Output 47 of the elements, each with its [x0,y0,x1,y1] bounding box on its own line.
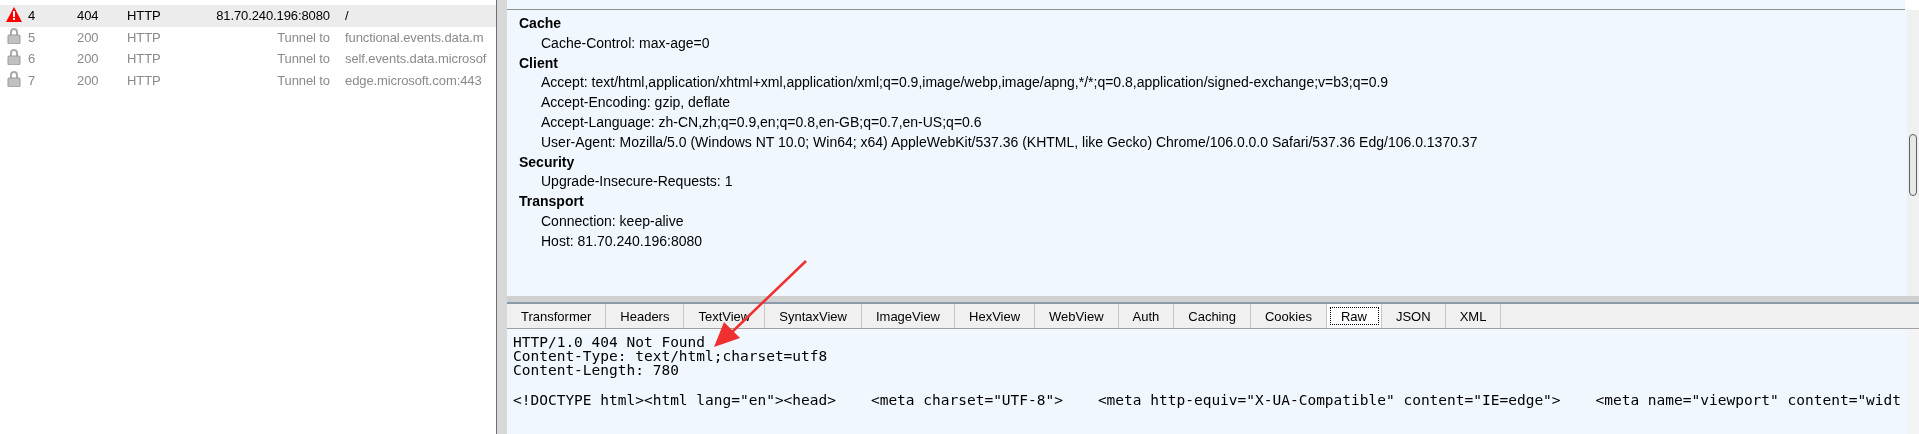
url: functional.events.data.m [345,29,485,45]
protocol: HTTP [127,29,162,45]
lock-icon [6,70,22,87]
protocol: HTTP [127,8,162,24]
header-entry[interactable]: User-Agent: Mozilla/5.0 (Windows NT 10.0; Win64; x64) AppleWebKit/537.36 (KHTML, like Gecko) Chrome/106.0.0.0 Safari/537.36 Edg/106.0.1370.37 [519,132,1907,153]
vertical-splitter[interactable] [497,0,507,434]
url: edge.microsoft.com:443 [345,72,483,88]
header-entry[interactable]: Cache-Control: max-age=0 [519,33,1907,54]
header-group-title[interactable]: Cache [519,14,1907,34]
result-code: 200 [77,29,100,45]
warning-icon [6,6,22,22]
url: / [345,8,350,24]
session-number: 4 [28,8,37,24]
result-code: 200 [77,72,100,88]
header-group-title[interactable]: Client [519,53,1907,74]
response-body: <!DOCTYPE html><html lang="en"><head> <meta charset="UTF-8"> <meta http-equiv="X-UA-Compatible" content="IE=edge"> <meta name="viewport" content="widt [513,393,1903,407]
lock-icon [6,27,22,44]
response-line: HTTP/1.0 404 Not Found [513,335,707,349]
host: Tunnel to [276,29,331,45]
session-number: 6 [28,51,37,67]
url: self.events.data.microsof [345,51,488,67]
header-entry[interactable]: Connection: keep-alive [519,211,1907,232]
session-row[interactable]: 5 200 HTTP Tunnel to functional.events.data.m [0,26,496,48]
protocol: HTTP [127,51,162,67]
session-row[interactable]: 6 200 HTTP Tunnel to self.events.data.microsof [0,48,496,70]
session-number: 7 [28,72,37,88]
response-line: Content-Type: text/html;charset=utf8 [513,349,829,363]
host: Tunnel to [276,51,331,67]
host: Tunnel to [276,72,331,88]
session-row[interactable]: 4 404 HTTP 81.70.240.196:8080 / [0,5,496,27]
header-entry[interactable]: Accept: text/html,application/xhtml+xml,application/xml;q=0.9,image/webp,image/apng,*/*;q=0.8,application/signed-exchange;v=b3;q=0.9 [519,73,1907,94]
response-tab[interactable]: Raw [1326,304,1382,328]
protocol: HTTP [127,72,162,88]
scrollbar[interactable] [1907,10,1919,296]
header-entry[interactable]: Upgrade-Insecure-Requests: 1 [519,172,1907,193]
response-line: Content-Length: 780 [513,363,679,377]
result-code: 200 [77,51,100,67]
header-entry[interactable]: Host: 81.70.240.196:8080 [519,231,1907,252]
session-number: 5 [28,29,37,45]
header-entry[interactable]: Accept-Encoding: gzip, deflate [519,93,1907,113]
header-group-title[interactable]: Security [519,152,1907,173]
result-code: 404 [77,8,100,24]
host: 81.70.240.196:8080 [215,8,331,24]
header-entry[interactable]: Accept-Language: zh-CN,zh;q=0.9,en;q=0.8,en-GB;q=0.7,en-US;q=0.6 [519,113,1907,133]
header-group-title[interactable]: Transport [519,192,1907,212]
lock-icon [6,49,22,66]
session-row[interactable]: 7 200 HTTP Tunnel to edge.microsoft.com:443 [0,69,496,91]
